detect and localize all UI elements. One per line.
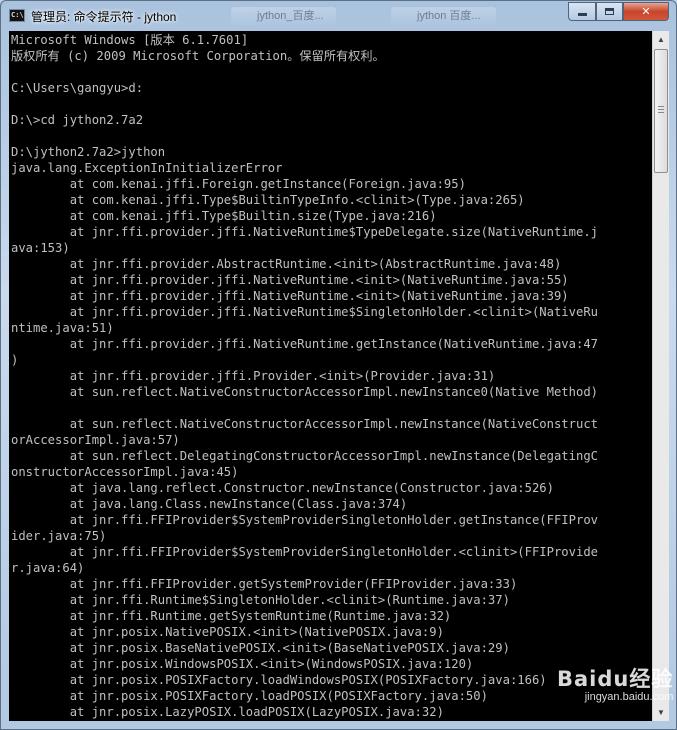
console-line: at jnr.posix.LazyPOSIX.loadPOSIX(LazyPOS…	[11, 705, 444, 719]
console-line: at jnr.posix.BaseNativePOSIX.<init>(Base…	[11, 641, 510, 655]
console-output[interactable]: Microsoft Windows [版本 6.1.7601] 版权所有 (c)…	[9, 31, 652, 721]
console-line: at jnr.ffi.Runtime.getSystemRuntime(Runt…	[11, 609, 452, 623]
scroll-up-button[interactable]: ▲	[653, 31, 669, 48]
console-line: at com.kenai.jffi.Type$Builtin.size(Type…	[11, 209, 437, 223]
console-line: at jnr.ffi.provider.AbstractRuntime.<ini…	[11, 257, 562, 271]
console-line: at jnr.ffi.provider.jffi.NativeRuntime$T…	[11, 225, 598, 239]
console-line: 版权所有 (c) 2009 Microsoft Corporation。保留所有…	[11, 49, 385, 63]
console-line: D:\>cd jython2.7a2	[11, 113, 144, 127]
watermark-url: jingyan.baidu.com	[584, 691, 674, 703]
console-line: at jnr.posix.POSIXFactory.loadPOSIX(POSI…	[11, 689, 488, 703]
console-line: ava:153)	[11, 241, 70, 255]
console-text: Microsoft Windows [版本 6.1.7601] 版权所有 (c)…	[9, 31, 652, 720]
console-line: at jnr.ffi.provider.jffi.NativeRuntime$S…	[11, 305, 598, 319]
maximize-icon	[605, 8, 614, 15]
console-line: at jnr.ffi.provider.jffi.NativeRuntime.g…	[11, 337, 598, 351]
console-line: r.java:64)	[11, 561, 85, 575]
grip-icon	[658, 106, 664, 114]
console-line: at jnr.ffi.provider.jffi.Provider.<init>…	[11, 369, 496, 383]
scroll-down-icon: ▼	[657, 708, 665, 717]
cmd-app-icon[interactable]: C:\	[9, 9, 25, 22]
window-title: 管理员: 命令提示符 - jython	[31, 10, 177, 24]
console-line: at jnr.ffi.FFIProvider.getSystemProvider…	[11, 577, 518, 591]
minimize-button[interactable]	[568, 2, 596, 21]
scrollbar-thumb[interactable]	[654, 49, 668, 173]
console-line: ntime.java:51)	[11, 321, 114, 335]
console-line: orAccessorImpl.java:57)	[11, 433, 180, 447]
console-line: java.lang.ExceptionInInitializerError	[11, 161, 283, 175]
maximize-button[interactable]	[596, 2, 623, 21]
console-line: at sun.reflect.NativeConstructorAccessor…	[11, 417, 598, 431]
scroll-down-button[interactable]: ▼	[653, 704, 669, 721]
console-line: at jnr.posix.POSIXFactory.loadWindowsPOS…	[11, 673, 547, 687]
console-line: at java.lang.reflect.Constructor.newInst…	[11, 481, 554, 495]
baidu-jingyan-watermark: Baidu经验 jingyan.baidu.com	[557, 663, 673, 703]
console-line: at com.kenai.jffi.Foreign.getInstance(Fo…	[11, 177, 466, 191]
cmd-window: C:\ 管理员: 命令提示符 - jython jython_百度... jyt…	[0, 0, 677, 730]
close-icon: ✕	[641, 5, 651, 18]
console-line: at jnr.posix.WindowsPOSIX.<init>(Windows…	[11, 657, 474, 671]
console-line: at sun.reflect.DelegatingConstructorAcce…	[11, 449, 598, 463]
console-line: at jnr.ffi.FFIProvider$SystemProviderSin…	[11, 513, 598, 527]
close-button[interactable]: ✕	[623, 2, 669, 21]
console-line: C:\Users\gangyu>d:	[11, 81, 144, 95]
title-bar[interactable]: C:\ 管理员: 命令提示符 - jython jython_百度... jyt…	[1, 1, 676, 31]
console-line: at sun.reflect.NativeConstructorAccessor…	[11, 385, 598, 399]
background-taskbar-preview-2: jython 百度...	[391, 7, 496, 25]
background-taskbar-preview-1: jython_百度...	[231, 7, 336, 25]
console-line: onstructorAccessorImpl.java:45)	[11, 465, 239, 479]
scroll-up-icon: ▲	[657, 35, 665, 44]
console-line: at java.lang.Class.newInstance(Class.jav…	[11, 497, 408, 511]
minimize-icon	[577, 13, 587, 16]
console-line: at jnr.ffi.provider.jffi.NativeRuntime.<…	[11, 273, 569, 287]
console-line: at jnr.posix.NativePOSIX.<init>(NativePO…	[11, 625, 444, 639]
console-line: at jnr.ffi.provider.jffi.NativeRuntime.<…	[11, 289, 569, 303]
vertical-scrollbar[interactable]: ▲ ▼	[652, 31, 669, 721]
watermark-logo: Baidu经验	[557, 667, 674, 691]
console-line: at com.kenai.jffi.Type$BuiltinTypeInfo.<…	[11, 193, 525, 207]
console-line: D:\jython2.7a2>jython	[11, 145, 166, 159]
console-line: ider.java:75)	[11, 529, 107, 543]
console-line: )	[11, 353, 19, 367]
console-line: Microsoft Windows [版本 6.1.7601]	[11, 33, 249, 47]
console-line: at jnr.ffi.Runtime$SingletonHolder.<clin…	[11, 593, 510, 607]
console-line: at jnr.ffi.FFIProvider$SystemProviderSin…	[11, 545, 598, 559]
